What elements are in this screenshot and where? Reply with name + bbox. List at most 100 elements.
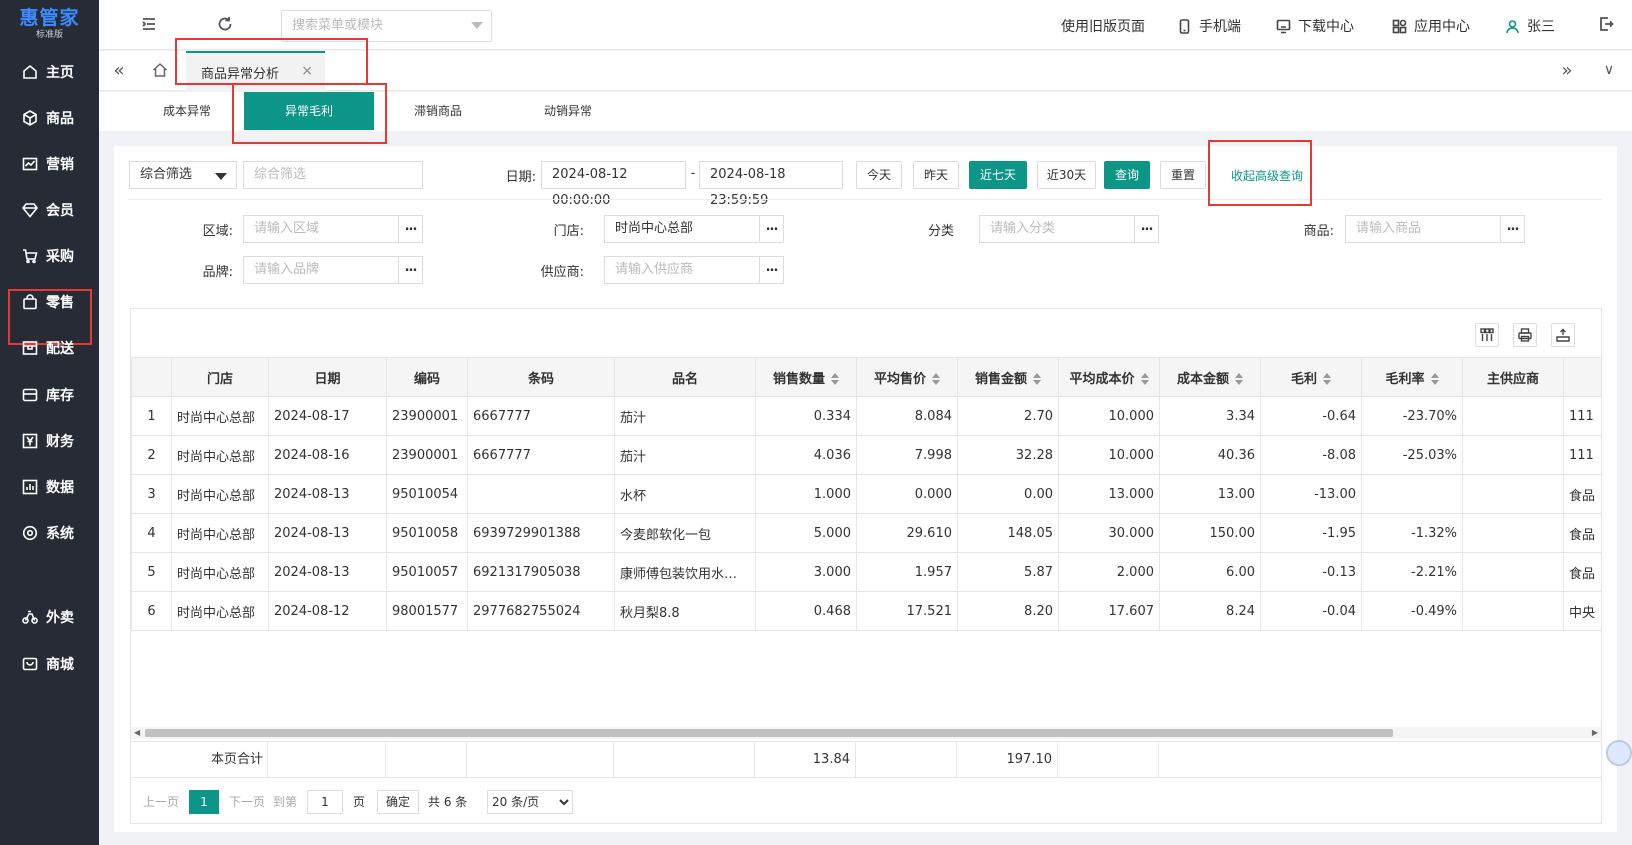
scroll-left-icon[interactable]: ◀ (134, 728, 140, 737)
reset-button[interactable]: 重置 (1160, 161, 1206, 189)
scroll-right-icon[interactable]: ▶ (1592, 728, 1598, 737)
subtab-cost-anomaly[interactable]: 成本异常 (142, 92, 232, 131)
col-header-main-supplier[interactable]: 主供应商 (1462, 357, 1564, 397)
refresh-icon[interactable] (216, 15, 236, 35)
sort-icon[interactable] (932, 372, 940, 385)
col-header-sales-qty[interactable]: 销售数量 (755, 357, 857, 397)
logout-icon[interactable] (1597, 15, 1617, 35)
col-header-label: 品名 (671, 371, 698, 387)
sort-icon[interactable] (1235, 372, 1243, 385)
more-icon[interactable]: ... (1500, 216, 1524, 242)
logo[interactable]: 惠管家 标准版 (0, 0, 99, 48)
next-page-button[interactable]: 下一页 (229, 790, 265, 814)
chevron-down-icon[interactable] (471, 22, 483, 29)
col-header-sales-amount[interactable]: 销售金额 (957, 357, 1059, 397)
table-row[interactable]: 4 时尚中心总部 2024-08-13 95010058 6939729901388 今麦… (131, 513, 1601, 553)
date-start-input[interactable]: 2024-08-12 00:00:00 (541, 161, 686, 208)
home-tab-icon[interactable] (150, 60, 170, 80)
table-row[interactable]: 1 时尚中心总部 2024-08-17 23900001 6667777 茄汁 0.334 8… (131, 396, 1601, 436)
last-30-days-button[interactable]: 近30天 (1037, 161, 1096, 189)
more-icon[interactable]: ... (398, 216, 422, 242)
sidebar-item-label: 采购 (46, 249, 74, 265)
menu-toggle-icon[interactable] (140, 15, 160, 35)
col-header-barcode[interactable]: 条码 (467, 357, 615, 397)
supplier-label: 供应商: (540, 265, 584, 280)
current-page-button[interactable]: 1 (189, 790, 219, 814)
date-end-input[interactable]: 2024-08-18 23:59:59 (699, 161, 843, 208)
prev-page-button[interactable]: 上一页 (143, 790, 179, 814)
table-row[interactable]: 2 时尚中心总部 2024-08-16 23900001 6667777 茄汁 4.036 7… (131, 435, 1601, 475)
goto-label: 到第 (273, 795, 298, 809)
last-7-days-button[interactable]: 近七天 (969, 161, 1027, 189)
more-icon[interactable]: ... (759, 257, 783, 283)
col-header-cost-amount[interactable]: 成本金额 (1159, 357, 1261, 397)
cube-icon (22, 110, 38, 126)
col-header-avg-price[interactable]: 平均售价 (856, 357, 958, 397)
yesterday-button[interactable]: 昨天 (913, 161, 959, 189)
columns-icon[interactable] (1475, 323, 1499, 347)
sidebar-item-takeout[interactable]: 外卖 (0, 597, 99, 637)
old-version-link[interactable]: 使用旧版页面 (1061, 16, 1145, 36)
tabs-scroll-left-icon[interactable]: « (109, 60, 129, 81)
page-size-select[interactable]: 20 条/页 (487, 790, 573, 814)
sidebar-item-finance[interactable]: 财务 (0, 421, 99, 461)
page-number-input[interactable]: 1 (307, 790, 343, 814)
sort-icon[interactable] (831, 372, 839, 385)
store-input[interactable]: 时尚中心总部 ... (604, 215, 784, 243)
more-icon[interactable]: ... (398, 257, 422, 283)
sidebar-item-home[interactable]: 主页 (0, 52, 99, 92)
combo-filter-select[interactable]: 综合筛选 (129, 161, 237, 189)
scrollbar-thumb[interactable] (145, 729, 1393, 737)
subtab-slow-moving[interactable]: 滞销商品 (393, 92, 483, 131)
print-icon[interactable] (1513, 323, 1537, 347)
mobile-link[interactable]: 手机端 (1177, 16, 1241, 36)
horizontal-scrollbar[interactable]: ◀ ▶ (131, 727, 1601, 739)
sidebar-item-members[interactable]: 会员 (0, 190, 99, 230)
user-menu[interactable]: 张三 (1505, 16, 1555, 36)
col-header-avg-cost[interactable]: 平均成本价 (1058, 357, 1160, 397)
sort-icon[interactable] (1140, 372, 1149, 385)
col-header-date[interactable]: 日期 (268, 357, 387, 397)
table-row[interactable]: 3 时尚中心总部 2024-08-13 95010054 水杯 1.000 0.000 0.0… (131, 474, 1601, 514)
sidebar-item-mall[interactable]: 商城 (0, 644, 99, 684)
product-input[interactable]: 请输入商品 ... (1345, 215, 1525, 243)
chevron-down-icon[interactable]: ∨ (1599, 60, 1619, 80)
col-header-margin-rate[interactable]: 毛利率 (1361, 357, 1463, 397)
export-icon[interactable] (1551, 323, 1575, 347)
category-input[interactable]: 请输入分类 ... (979, 215, 1159, 243)
total-count: 共 6 条 (428, 795, 468, 809)
sort-icon[interactable] (1033, 372, 1041, 385)
col-header-store[interactable]: 门店 (171, 357, 269, 397)
table-cell: 4.036 (755, 435, 857, 475)
table-cell: 茄汁 (614, 435, 756, 475)
sidebar-item-purchase[interactable]: 采购 (0, 236, 99, 276)
supplier-input[interactable]: 请输入供应商 ... (604, 256, 784, 284)
today-button[interactable]: 今天 (856, 161, 902, 189)
download-center-link[interactable]: 下载中心 (1276, 16, 1354, 36)
brand-input[interactable]: 请输入品牌 ... (243, 256, 423, 284)
more-icon[interactable]: ... (759, 216, 783, 242)
more-icon[interactable]: ... (1134, 216, 1158, 242)
combo-filter-input[interactable]: 综合筛选 (243, 161, 423, 189)
col-header-name[interactable]: 品名 (614, 357, 756, 397)
tabs-scroll-right-icon[interactable]: » (1557, 60, 1577, 81)
table-cell: 2024-08-16 (268, 435, 387, 475)
query-button[interactable]: 查询 (1104, 161, 1150, 189)
app-center-link[interactable]: 应用中心 (1392, 16, 1470, 36)
sidebar-item-distribution[interactable]: 配送 (0, 328, 99, 368)
table-row[interactable]: 5 时尚中心总部 2024-08-13 95010057 6921317905038 康师… (131, 552, 1601, 592)
sort-icon[interactable] (1323, 372, 1331, 385)
assistant-float-button[interactable] (1606, 740, 1632, 766)
goto-confirm-button[interactable]: 确定 (377, 790, 419, 814)
col-header-gross-profit[interactable]: 毛利 (1260, 357, 1362, 397)
subtab-sales-anomaly[interactable]: 动销异常 (523, 92, 613, 131)
sidebar-item-marketing[interactable]: 营销 (0, 144, 99, 184)
sidebar-item-inventory[interactable]: 库存 (0, 375, 99, 415)
col-header-code[interactable]: 编码 (386, 357, 468, 397)
sidebar-item-data[interactable]: 数据 (0, 467, 99, 507)
sidebar-item-system[interactable]: 系统 (0, 513, 99, 553)
sidebar-item-products[interactable]: 商品 (0, 98, 99, 138)
table-row[interactable]: 6 时尚中心总部 2024-08-12 98001577 2977682755024 秋月… (131, 591, 1601, 631)
region-input[interactable]: 请输入区域 ... (243, 215, 423, 243)
sort-icon[interactable] (1430, 372, 1439, 385)
